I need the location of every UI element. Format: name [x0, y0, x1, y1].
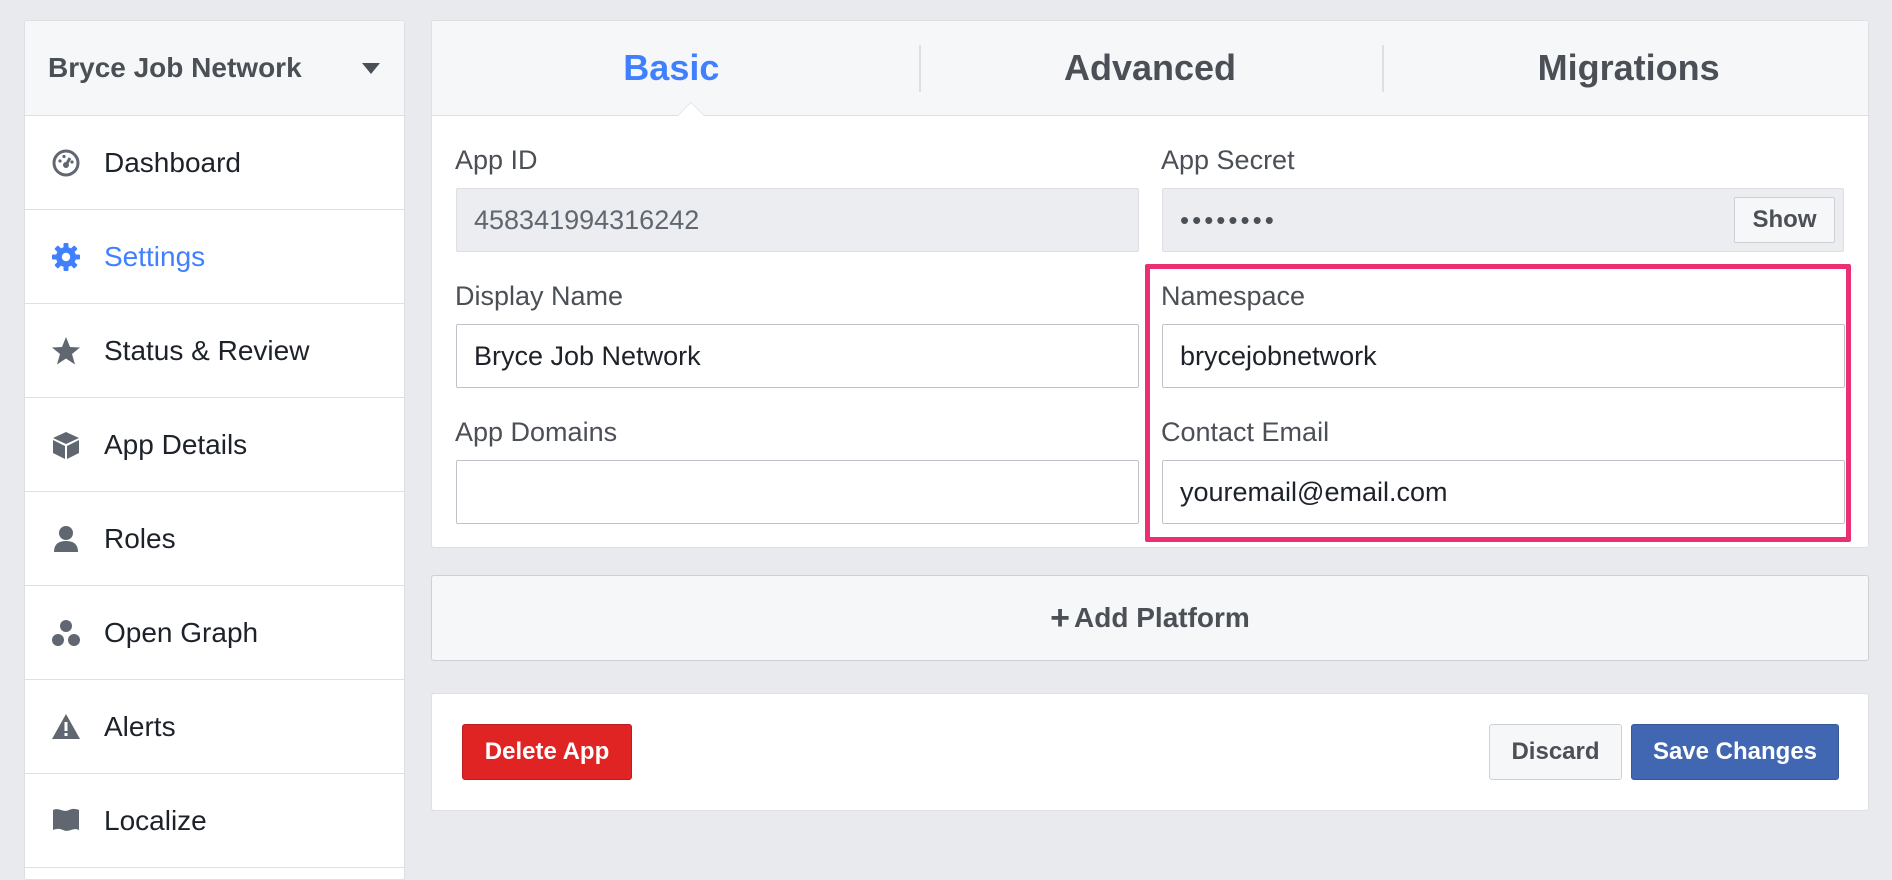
app-domains-label: App Domains [455, 417, 618, 447]
contact-email-input[interactable]: youremail@email.com [1162, 460, 1845, 524]
app-name: Bryce Job Network [48, 52, 302, 83]
app-secret-label: App Secret [1161, 145, 1295, 175]
sidebar-item-label: Dashboard [104, 146, 241, 178]
cube-icon [51, 430, 81, 460]
tab-divider [1382, 45, 1384, 92]
display-name-label: Display Name [455, 281, 624, 311]
save-changes-button[interactable]: Save Changes [1631, 724, 1839, 780]
sidebar-item-label: Roles [104, 522, 176, 554]
sidebar-item-label: Alerts [104, 710, 176, 742]
dashboard-icon [51, 148, 81, 178]
flag-icon [51, 806, 81, 836]
show-secret-button[interactable]: Show [1734, 197, 1835, 243]
app-id-label: App ID [455, 145, 538, 175]
tab-advanced[interactable]: Advanced [911, 21, 1390, 115]
sidebar: Bryce Job Network Dashboard Settings Sta… [24, 20, 405, 880]
tab-migrations[interactable]: Migrations [1389, 21, 1868, 115]
sidebar-item-label: Localize [104, 804, 207, 836]
settings-tabs: Basic Advanced Migrations [432, 21, 1868, 116]
app-secret-value: •••••••• [1180, 204, 1277, 235]
sidebar-item-status-review[interactable]: Status & Review [25, 304, 404, 398]
sidebar-item-alerts[interactable]: Alerts [25, 680, 404, 774]
tab-basic[interactable]: Basic [432, 21, 911, 115]
display-name-input[interactable]: Bryce Job Network [456, 324, 1139, 388]
sidebar-item-localize[interactable]: Localize [25, 774, 404, 868]
sidebar-item-settings[interactable]: Settings [25, 210, 404, 304]
sidebar-item-app-details[interactable]: App Details [25, 398, 404, 492]
sidebar-item-dashboard[interactable]: Dashboard [25, 116, 404, 210]
actions-panel: Delete App Discard Save Changes [431, 693, 1869, 811]
open-graph-icon [51, 618, 81, 648]
discard-button[interactable]: Discard [1489, 724, 1622, 780]
star-icon [51, 336, 81, 366]
plus-icon: + [1050, 598, 1071, 637]
add-platform-button[interactable]: + Add Platform [431, 575, 1869, 661]
app-selector[interactable]: Bryce Job Network [25, 21, 404, 116]
sidebar-item-roles[interactable]: Roles [25, 492, 404, 586]
app-id-field: 458341994316242 [456, 188, 1139, 252]
sidebar-item-label: App Details [104, 428, 248, 460]
contact-email-label: Contact Email [1161, 417, 1330, 447]
namespace-label: Namespace [1161, 281, 1306, 311]
chevron-down-icon[interactable] [362, 62, 380, 74]
delete-app-button[interactable]: Delete App [462, 724, 632, 780]
add-platform-label: Add Platform [1074, 602, 1250, 633]
gear-icon [51, 242, 81, 272]
sidebar-item-label: Open Graph [104, 616, 259, 648]
app-domains-input[interactable] [456, 460, 1139, 524]
warning-icon [51, 712, 81, 742]
app-secret-field: •••••••• Show [1162, 188, 1844, 252]
sidebar-item-open-graph[interactable]: Open Graph [25, 586, 404, 680]
namespace-input[interactable]: brycejobnetwork [1162, 324, 1845, 388]
basic-settings-panel: Basic Advanced Migrations App ID 4583419… [431, 20, 1869, 548]
tab-divider [919, 45, 921, 92]
person-icon [51, 524, 81, 554]
active-tab-pointer [677, 102, 705, 116]
sidebar-item-label: Status & Review [104, 334, 310, 366]
sidebar-item-label: Settings [104, 240, 206, 272]
